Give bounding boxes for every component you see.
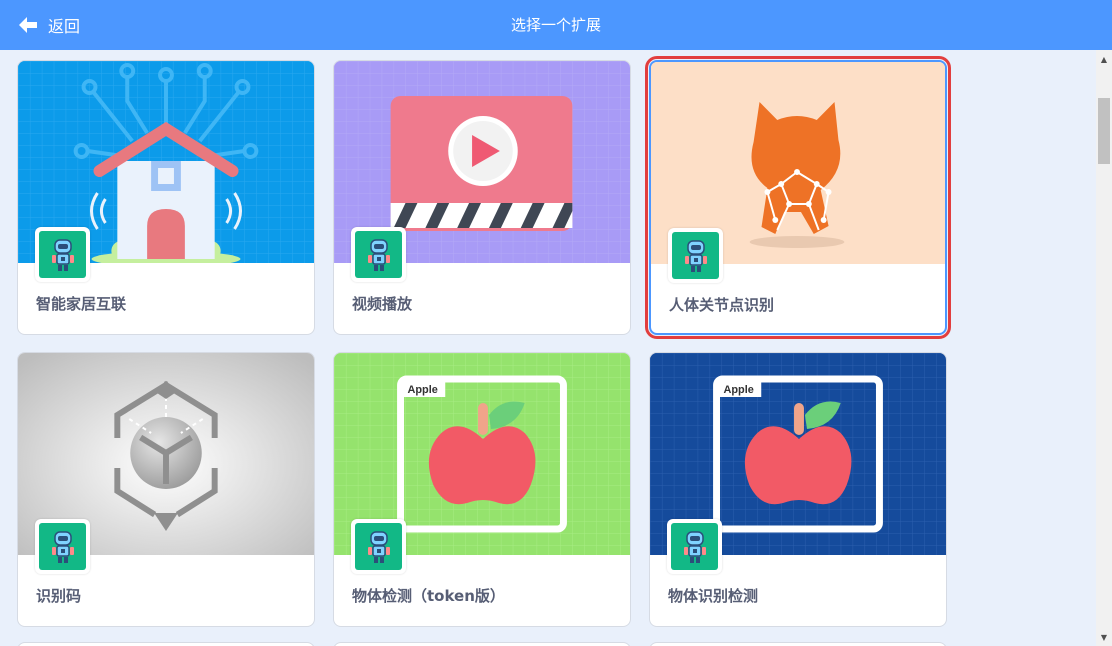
extension-card-body-keypoints[interactable]: 人体关节点识别 <box>645 56 951 339</box>
extension-card-label: 物体检测（token版） <box>352 587 505 605</box>
extension-card-label: 智能家居互联 <box>36 295 127 313</box>
image-tag-text: Apple <box>408 384 438 396</box>
extension-card-label: 物体识别检测 <box>668 587 759 605</box>
robot-icon <box>367 530 390 563</box>
robot-icon <box>51 530 74 563</box>
extension-card-label: 视频播放 <box>352 295 413 313</box>
extension-badge <box>667 519 722 574</box>
vertical-scrollbar[interactable]: ▲ ▼ <box>1096 50 1112 646</box>
header-bar: 返回 选择一个扩展 <box>0 0 1112 50</box>
extension-card-partial[interactable] <box>649 642 947 646</box>
extension-card-label: 识别码 <box>36 587 82 605</box>
robot-icon <box>684 239 707 272</box>
extension-card-object-recognition[interactable]: Apple 物体识别检测 <box>649 352 947 627</box>
extension-grid: 智能家居互联 视频播放 人体关节点识别 识别码 Apple 物体检测（token… <box>0 50 1096 646</box>
extension-card-smart-home[interactable]: 智能家居互联 <box>17 60 315 335</box>
extension-badge <box>351 227 406 282</box>
extension-badge <box>351 519 406 574</box>
extension-card-label: 人体关节点识别 <box>669 296 775 314</box>
extension-card-ar-code[interactable]: 识别码 <box>17 352 315 627</box>
extension-card-object-detect-token[interactable]: Apple 物体检测（token版） <box>333 352 631 627</box>
extension-badge <box>668 228 723 283</box>
page-title: 选择一个扩展 <box>510 16 601 34</box>
robot-icon <box>367 238 390 271</box>
extension-card-video-play[interactable]: 视频播放 <box>333 60 631 335</box>
scroll-down-arrow-icon[interactable]: ▼ <box>1096 630 1112 644</box>
robot-icon <box>51 238 74 271</box>
extension-badge <box>35 227 90 282</box>
extension-card-partial[interactable] <box>333 642 631 646</box>
image-tag-text: Apple <box>724 384 754 396</box>
extension-card-partial[interactable] <box>17 642 315 646</box>
scroll-thumb[interactable] <box>1098 98 1110 164</box>
robot-icon <box>683 530 706 563</box>
scroll-up-arrow-icon[interactable]: ▲ <box>1096 52 1112 66</box>
extension-badge <box>35 519 90 574</box>
